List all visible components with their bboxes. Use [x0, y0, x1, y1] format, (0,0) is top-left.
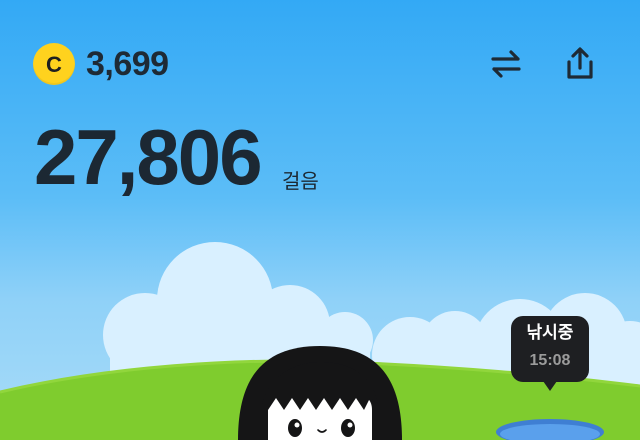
share-icon [567, 47, 593, 79]
share-button[interactable] [560, 44, 600, 84]
step-count: 27,806 [34, 113, 263, 201]
steps-home-screen: C 3,699 27,806 걸음 낚시중 15:08 [0, 0, 640, 440]
fishing-status-bubble[interactable]: 낚시중 15:08 [511, 316, 589, 391]
swap-button[interactable] [486, 44, 526, 84]
top-bar: C 3,699 [0, 0, 640, 130]
coin-icon[interactable]: C [33, 43, 75, 85]
swap-arrows-icon [491, 50, 521, 78]
coin-balance[interactable]: 3,699 [86, 44, 169, 84]
fishing-status-label: 낚시중 [526, 323, 574, 343]
coin-symbol: C [46, 51, 62, 77]
step-unit-label: 걸음 [282, 169, 319, 193]
fishing-timer: 15:08 [529, 352, 571, 369]
